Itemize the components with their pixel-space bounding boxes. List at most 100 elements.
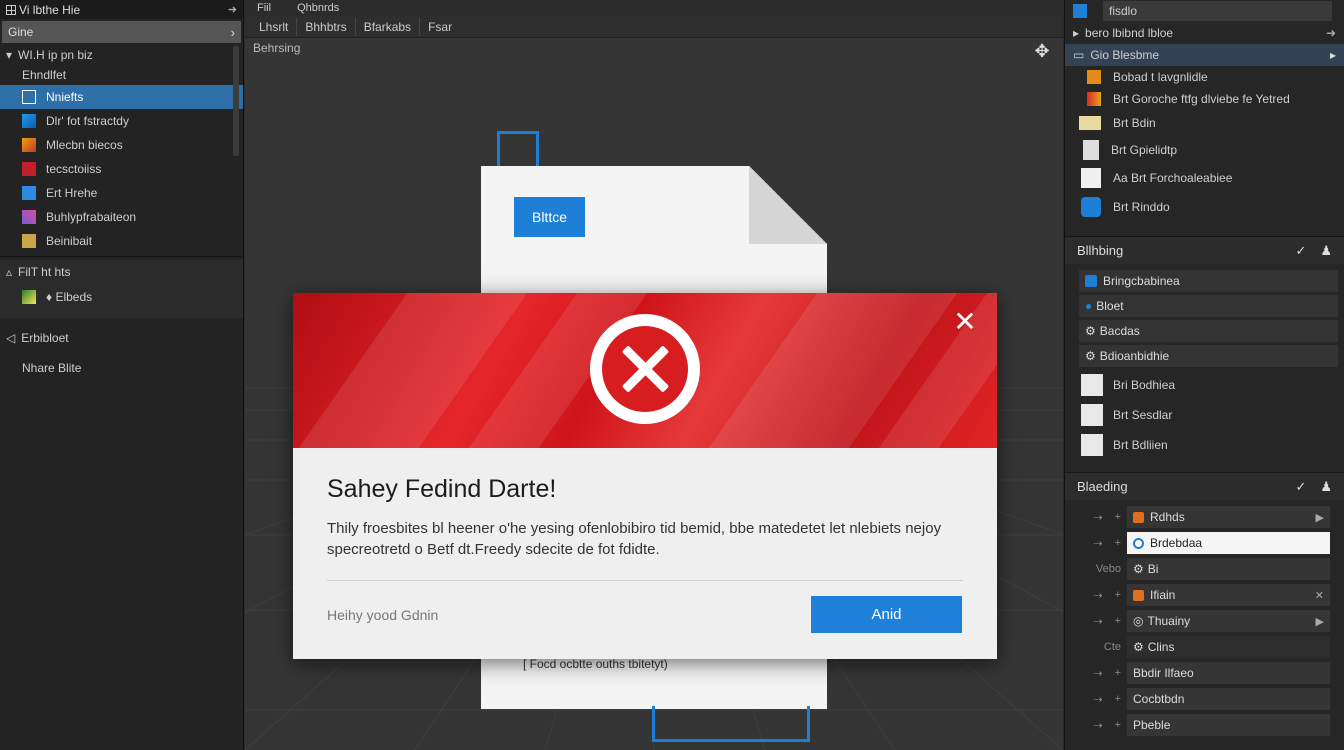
property-value[interactable]: ⚙ Clins [1127, 636, 1330, 658]
close-icon[interactable]: ✕ [1315, 589, 1324, 602]
blue-icon [1085, 275, 1097, 287]
dialog-header: ✕ [293, 293, 997, 448]
tree-item[interactable]: Mlecbn biecos [0, 133, 243, 157]
link-icon: ⇢ [1093, 511, 1103, 524]
property-value[interactable]: Brdebdaa [1127, 532, 1330, 554]
chevron-right-icon[interactable]: › [231, 25, 235, 40]
error-dialog: ✕ Sahey Fedind Darte! Thily froesbites b… [293, 293, 997, 659]
user-icon[interactable]: ♟ [1320, 479, 1332, 495]
check-icon[interactable]: ✓ [1295, 479, 1306, 495]
caret-icon: ▵ [6, 265, 13, 279]
caret-icon: ▸ [1073, 26, 1080, 40]
group-item[interactable]: ♦ Elbeds [0, 284, 243, 310]
property-value[interactable]: Pbeble [1127, 714, 1330, 736]
divider [0, 256, 243, 257]
windows-icon [22, 114, 36, 128]
list-item[interactable]: Aa Brt Forchoaleabiee [1065, 164, 1344, 192]
gear-icon: ⚙ [1085, 324, 1096, 338]
page-fold [749, 166, 827, 244]
caret-icon: ◁ [6, 331, 16, 345]
chevron-right-icon[interactable]: ▶ [1316, 511, 1324, 524]
color-icon [1087, 92, 1101, 106]
list-item[interactable]: Brt Goroche ftfg dlviebe fe Yetred [1065, 88, 1344, 110]
tree-item[interactable]: Beinibait [0, 229, 243, 253]
divider [327, 580, 963, 581]
asset-item[interactable]: Brt Sesdlar [1065, 400, 1344, 430]
image-icon [1081, 434, 1103, 456]
viewport-label: Behrsing [253, 41, 301, 55]
chevron-right-icon[interactable]: ▶ [1316, 615, 1324, 628]
canvas-viewport[interactable]: Fiil Qhbnrds Lhsrlt Bhhbtrs Bfarkabs Fsa… [245, 0, 1063, 750]
check-icon[interactable]: ✓ [1295, 243, 1306, 259]
left-scrollbar[interactable] [233, 46, 239, 156]
property-value[interactable]: ◎ Thuainy ▶ [1127, 610, 1330, 632]
group-header[interactable]: ▵ FilT ht hts [0, 260, 243, 284]
asset-item[interactable]: Bri Bodhiea [1065, 370, 1344, 400]
asset-item[interactable]: Brt Bdliien [1065, 430, 1344, 460]
gear-icon: ⚙ [1085, 349, 1096, 363]
page-tag-button[interactable]: Blttce [514, 197, 585, 237]
add-icon: + [1114, 588, 1121, 601]
property-row: ⇢ + Pbeble [1065, 712, 1344, 738]
selection-handle-bottom[interactable] [652, 706, 810, 742]
selection-handle-top[interactable] [497, 131, 539, 167]
tree-item[interactable]: Dlr' fot fstractdy [0, 109, 243, 133]
property-field[interactable]: ● Bloet [1079, 295, 1338, 317]
property-field[interactable]: ⚙ Bdioanbidhie [1079, 345, 1338, 367]
property-field[interactable]: Bringcbabinea [1079, 270, 1338, 292]
section-label: Nhare Blite [22, 361, 82, 375]
grid-icon [6, 4, 16, 15]
add-icon: + [1114, 666, 1121, 679]
list-item[interactable]: Brt Gpielidtp [1065, 136, 1344, 164]
gear-icon: ⚙ [1133, 640, 1144, 654]
blue-app-icon [22, 186, 36, 200]
link-icon: ⇢ [1093, 719, 1103, 732]
right-search-field[interactable]: fisdlo [1103, 1, 1332, 21]
gear-icon: ⚙ [1133, 562, 1144, 576]
section-header[interactable]: Bllhbing ✓ ♟ [1065, 236, 1344, 264]
section-header[interactable]: Blaeding ✓ ♟ [1065, 472, 1344, 500]
left-search-field[interactable]: Gine › [2, 21, 241, 43]
tree-item[interactable]: Ehndlfet [0, 65, 243, 85]
chart-icon [22, 290, 36, 304]
left-panel: Vi lbthe Hie ➜ Gine › ▾ WI.H ip pn biz E… [0, 0, 244, 750]
left-panel-titlebar: Vi lbthe Hie ➜ [0, 0, 243, 19]
dialog-footnote: Heihy yood Gdnin [327, 607, 439, 623]
pin-icon[interactable]: ➜ [228, 3, 237, 16]
tree-item[interactable]: tecsctoiiss [0, 157, 243, 181]
tree-group: ▵ FilT ht hts ♦ Elbeds [0, 260, 243, 318]
tree-item[interactable]: Buhlypfrabaiteon [0, 205, 243, 229]
chevron-right-icon[interactable]: ▸ [1330, 48, 1336, 62]
add-icon: + [1114, 718, 1121, 731]
property-row: Vebo ⚙ Bi [1065, 556, 1344, 582]
user-icon[interactable]: ♟ [1320, 243, 1332, 259]
right-row[interactable]: ▸ bero lbibnd lbloe ➜ [1065, 22, 1344, 44]
add-icon: + [1114, 536, 1121, 549]
app-icon [1073, 4, 1087, 18]
dialog-title: Sahey Fedind Darte! [327, 475, 557, 503]
tree-item[interactable]: Ert Hrehe [0, 181, 243, 205]
pin-icon[interactable]: ➜ [1326, 26, 1336, 40]
section-header[interactable]: ◁ Erbibloet [0, 318, 243, 358]
link-icon: ⇢ [1093, 693, 1103, 706]
property-field[interactable]: ⚙ Bacdas [1079, 320, 1338, 342]
dialog-confirm-button[interactable]: Anid [811, 596, 962, 633]
property-value[interactable]: ⚙ Bi [1127, 558, 1330, 580]
list-item[interactable]: Brt Bdin [1065, 110, 1344, 136]
property-value[interactable]: Bbdir Ilfaeo [1127, 662, 1330, 684]
right-row-selected[interactable]: ▭ Gio Blesbme ▸ [1065, 44, 1344, 66]
property-value[interactable]: Cocbtbdn [1127, 688, 1330, 710]
close-icon[interactable]: ✕ [953, 308, 977, 336]
property-value[interactable]: Ifiain ✕ [1127, 584, 1330, 606]
list-item[interactable]: Bobad t lavgnlidle [1065, 66, 1344, 88]
move-icon[interactable]: ✥ [1033, 42, 1051, 60]
tree-item-selected[interactable]: Nniefts [0, 85, 243, 109]
property-value[interactable]: Rdhds ▶ [1127, 506, 1330, 528]
tree-header[interactable]: ▾ WI.H ip pn biz [0, 45, 243, 65]
folder-icon [22, 138, 36, 152]
caret-down-icon: ▾ [6, 48, 13, 62]
link-icon: ⇢ [1093, 667, 1103, 680]
list-item[interactable]: Brt Rinddo [1065, 192, 1344, 222]
link-icon: ⇢ [1093, 615, 1103, 628]
property-row: ⇢ + Rdhds ▶ [1065, 504, 1344, 530]
